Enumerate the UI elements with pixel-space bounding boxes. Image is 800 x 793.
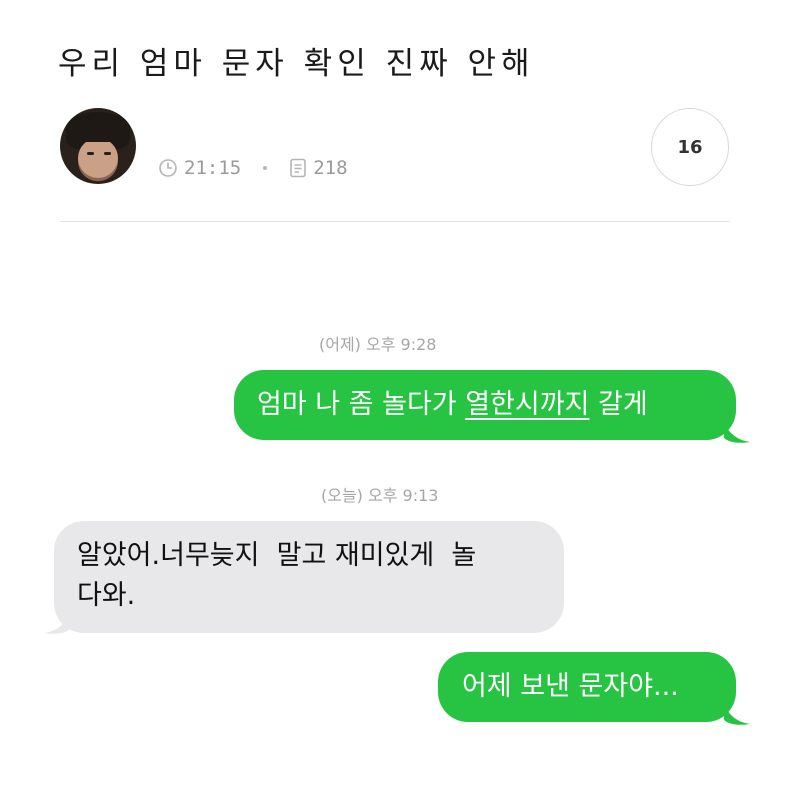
post-time: 21:15 [184,157,242,179]
meta-separator [263,166,268,170]
message-text: 갈게 [589,389,648,420]
clock-icon [158,158,178,178]
message-text: 어제 보낸 문자야... [462,671,679,702]
message-text-underlined: 열한시까지 [465,389,590,420]
sent-message-bubble: 엄마 나 좀 놀다가 열한시까지 갈게 [234,370,736,440]
message-text: 엄마 나 좀 놀다가 [257,389,466,420]
post-meta: 21:15 218 [158,157,348,179]
bubble-tail [44,613,70,634]
divider [60,221,730,222]
post-title: 우리 엄마 문자 확인 진짜 안해 [58,46,535,82]
message-text: 다와. [77,580,136,611]
comment-count-button[interactable]: 16 [651,108,729,186]
bubble-tail [724,704,750,725]
author-avatar[interactable] [60,108,136,184]
message-timestamp: (어제) 오후 9:28 [319,335,437,354]
bubble-tail [724,422,750,443]
sent-message-bubble: 어제 보낸 문자야... [438,652,736,722]
comment-count: 16 [677,136,703,158]
message-timestamp: (오늘) 오후 9:13 [321,486,439,505]
received-message-bubble: 알았어.너무늦지 말고 재미있게 놀 다와. [54,521,564,633]
message-text: 알았어.너무늦지 말고 재미있게 놀 [77,540,477,571]
document-icon [289,158,307,178]
post-views: 218 [313,157,348,179]
